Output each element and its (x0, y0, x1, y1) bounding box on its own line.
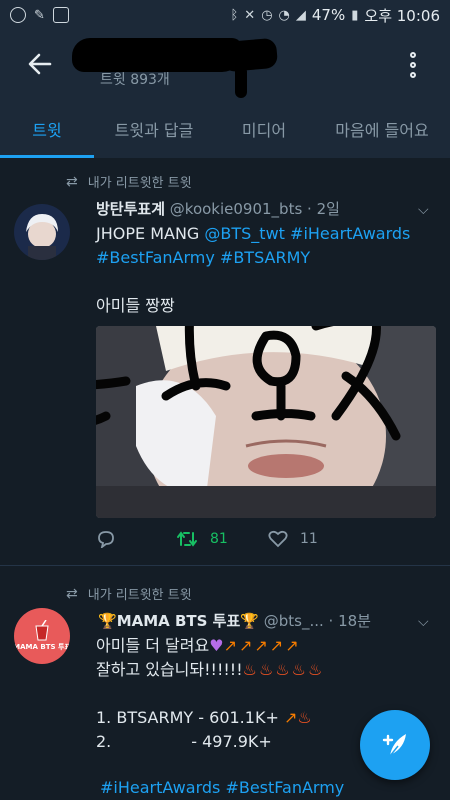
tweet-subtext: 아미들 짱짱 (96, 296, 175, 315)
avatar[interactable]: MAMA BTS 투표 (14, 608, 70, 664)
battery-icon: ▮ (351, 7, 359, 23)
retweet-count: 81 (210, 531, 228, 547)
chevron-down-icon[interactable]: ⌵ (418, 202, 429, 218)
clock: 오후 10:06 (364, 6, 440, 25)
tweet-text-body: JHOPE MANG (96, 224, 205, 243)
tweet-card[interactable]: ⇄ 내가 리트윗한 트윗 방탄투표계 @kookie0901_bts · 2일 … (0, 158, 450, 566)
notification-icons: ✎ (10, 7, 69, 23)
back-button[interactable] (22, 46, 58, 82)
purple-heart-icon: ♥ (209, 636, 224, 655)
tweet-photo[interactable] (96, 326, 436, 518)
ranking-number: 2. (96, 732, 112, 751)
profile-header: 트윗 893개 (0, 30, 450, 100)
compose-feather-icon (382, 734, 406, 757)
reply-button[interactable] (96, 530, 176, 548)
mention-link[interactable]: @BTS_twt (204, 224, 285, 243)
upward-arrow-icon: ↗ (283, 708, 298, 727)
redacted-name (72, 38, 242, 72)
tab-tweets-replies[interactable]: 트윗과 답글 (94, 100, 214, 158)
retweet-button[interactable]: 81 (176, 530, 268, 548)
retweet-indicator: ⇄ 내가 리트윗한 트윗 (66, 172, 192, 192)
tweet-author: 방탄투표계 @kookie0901_bts · 2일 (96, 198, 340, 219)
hashtag-link[interactable]: #BTSARMY (220, 248, 310, 267)
ranking-line: 1. BTSARMY - 601.1K+ (96, 708, 279, 727)
profile-tabs: 트윗 트윗과 답글 미디어 마음에 들어요 (0, 100, 450, 158)
chevron-down-icon[interactable]: ⌵ (418, 614, 429, 630)
tweet-text: JHOPE MANG @BTS_twt #iHeartAwards #BestFa… (96, 222, 436, 270)
gallery-icon (52, 7, 69, 23)
upward-arrow-icon: ↗↗↗↗↗ (223, 636, 301, 655)
dot-icon (410, 62, 416, 68)
author-name[interactable]: MAMA BTS 투표 (117, 612, 241, 630)
bluetooth-icon: ᛒ (230, 7, 239, 23)
dot-icon (410, 52, 416, 58)
like-count: 11 (300, 531, 318, 547)
trophy-icon: 🏆 (240, 612, 259, 630)
retweet-label: 내가 리트윗한 트윗 (87, 176, 192, 191)
heart-icon (268, 530, 288, 548)
avatar-label: MAMA BTS 투표 (14, 643, 70, 651)
retweet-label: 내가 리트윗한 트윗 (87, 588, 192, 603)
tweet-count: 트윗 893개 (100, 72, 170, 88)
avatar[interactable] (14, 204, 70, 260)
pill-icon: ✎ (34, 7, 45, 23)
signal-icon: ◢ (295, 7, 306, 23)
alarm-icon: ◷ (261, 7, 273, 23)
arrow-left-icon (28, 53, 52, 75)
wifi-icon: ◔ (278, 7, 290, 23)
tweet-actions: 81 11 (96, 530, 318, 548)
retweet-indicator: ⇄ 내가 리트윗한 트윗 (66, 584, 192, 604)
tab-tweets[interactable]: 트윗 (0, 100, 94, 158)
hashtag-link[interactable]: #iHeartAwards (290, 224, 410, 243)
author-name[interactable]: 방탄투표계 (96, 200, 165, 218)
retweet-icon (177, 531, 197, 547)
avatar-image (14, 204, 70, 260)
profile-title: 트윗 893개 (72, 37, 362, 98)
scribble-overlay (96, 326, 401, 441)
author-handle: @bts_... · 18분 (263, 612, 371, 630)
tweet-text-line: 잘하고 있습니돠!!!!!! (96, 660, 243, 679)
redacted-name (235, 66, 247, 98)
tweet-text: 아미들 더 달려요♥↗↗↗↗↗ 잘하고 있습니돠!!!!!!♨♨♨♨♨ (96, 634, 436, 682)
trophy-icon: 🏆 (98, 612, 117, 630)
tab-media[interactable]: 미디어 (214, 100, 314, 158)
more-options-button[interactable] (398, 50, 428, 80)
ranking-value: - 497.9K+ (191, 732, 272, 751)
battery-percent: 47% (311, 6, 346, 24)
tab-likes[interactable]: 마음에 들어요 (314, 100, 450, 158)
retweet-icon: ⇄ (66, 585, 78, 602)
hashtag-link[interactable]: #BestFanArmy (96, 248, 215, 267)
redacted-name (220, 37, 279, 73)
reply-icon (98, 531, 114, 548)
dot-icon (410, 72, 416, 78)
author-handle: @kookie0901_bts · 2일 (169, 200, 340, 218)
status-bar: ✎ ᛒ ✕ ◷ ◔ ◢ 47% ▮ 오후 10:06 (0, 0, 450, 30)
tweet-text-line: 아미들 더 달려요 (96, 636, 210, 655)
fire-icon: ♨ (297, 708, 312, 727)
drink-icon (35, 620, 49, 641)
tweet-author: 🏆MAMA BTS 투표🏆 @bts_... · 18분 (98, 610, 371, 631)
app-icon (10, 7, 26, 23)
mute-icon: ✕ (244, 7, 256, 23)
fire-icon: ♨♨♨♨♨ (242, 660, 325, 679)
retweet-icon: ⇄ (66, 173, 78, 190)
compose-tweet-button[interactable] (360, 710, 430, 780)
like-button[interactable]: 11 (268, 530, 318, 548)
